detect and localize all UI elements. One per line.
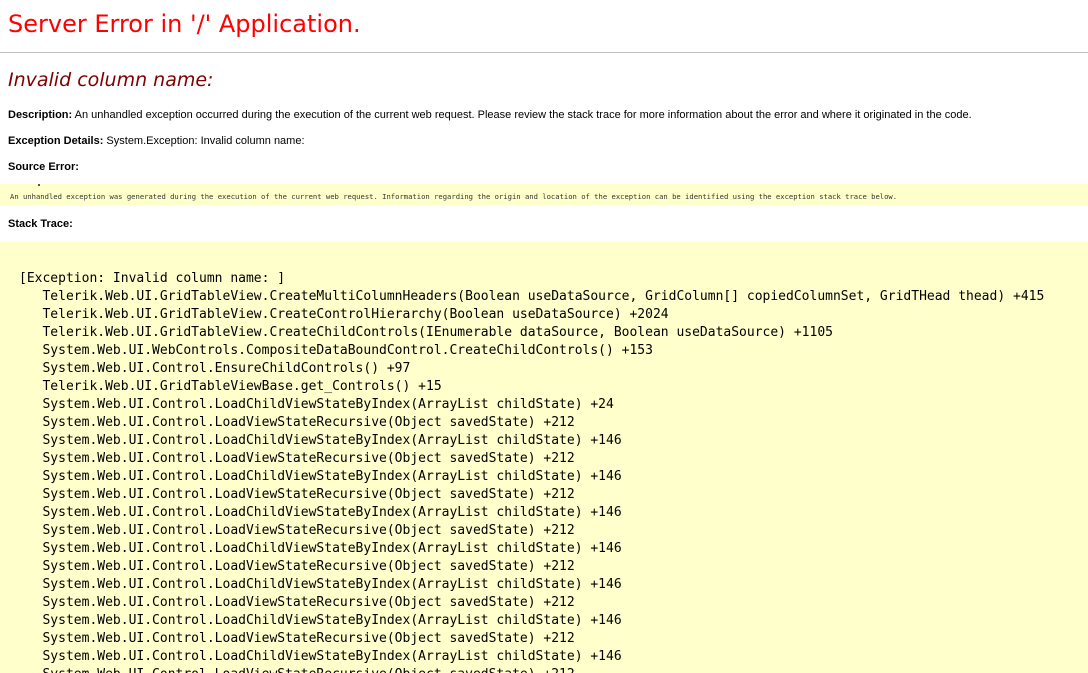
- stack-trace-line: System.Web.UI.Control.LoadChildViewState…: [19, 505, 622, 520]
- stack-trace-line: [Exception: Invalid column name: ]: [19, 271, 286, 286]
- stack-trace-line: System.Web.UI.Control.LoadChildViewState…: [19, 649, 622, 664]
- stack-trace-line: Telerik.Web.UI.GridTableView.CreateChild…: [19, 325, 833, 340]
- stack-trace-box[interactable]: [Exception: Invalid column name: ] Teler…: [0, 242, 1088, 673]
- source-error-label: Source Error:: [8, 161, 79, 173]
- page-title: Server Error in '/' Application.: [8, 10, 361, 38]
- source-error-marker: [38, 184, 40, 186]
- stack-trace-line: Telerik.Web.UI.GridTableView.CreateContr…: [19, 307, 669, 322]
- stack-trace-label: Stack Trace:: [8, 218, 73, 230]
- stack-trace-line: System.Web.UI.Control.LoadViewStateRecur…: [19, 523, 575, 538]
- stack-trace-line: System.Web.UI.Control.LoadViewStateRecur…: [19, 451, 575, 466]
- stack-trace-line: System.Web.UI.Control.LoadChildViewState…: [19, 577, 622, 592]
- description-label: Description:: [8, 109, 73, 121]
- stack-trace-line: System.Web.UI.Control.LoadViewStateRecur…: [19, 559, 575, 574]
- stack-trace-line: Telerik.Web.UI.GridTableView.CreateMulti…: [19, 289, 1045, 304]
- stack-trace-line: System.Web.UI.Control.LoadChildViewState…: [19, 397, 614, 412]
- exception-details: Exception Details: System.Exception: Inv…: [8, 135, 305, 147]
- exception-text: System.Exception: Invalid column name:: [106, 135, 305, 147]
- stack-trace-line: System.Web.UI.WebControls.CompositeDataB…: [19, 343, 653, 358]
- stack-trace-text: [Exception: Invalid column name: ] Teler…: [19, 270, 1044, 673]
- source-error-box: An unhandled exception was generated dur…: [0, 184, 1088, 205]
- stack-trace-line: System.Web.UI.Control.LoadChildViewState…: [19, 541, 622, 556]
- stack-trace-line: System.Web.UI.Control.LoadChildViewState…: [19, 433, 622, 448]
- stack-trace-line: System.Web.UI.Control.LoadViewStateRecur…: [19, 415, 575, 430]
- error-title: Invalid column name:: [8, 69, 214, 91]
- stack-trace-line: System.Web.UI.Control.EnsureChildControl…: [19, 361, 411, 376]
- stack-trace-line: System.Web.UI.Control.LoadViewStateRecur…: [19, 487, 575, 502]
- stack-trace-line: System.Web.UI.Control.LoadChildViewState…: [19, 613, 622, 628]
- stack-trace-line: System.Web.UI.Control.LoadViewStateRecur…: [19, 631, 575, 646]
- stack-trace-line: System.Web.UI.Control.LoadViewStateRecur…: [19, 667, 574, 673]
- exception-label: Exception Details:: [8, 135, 104, 147]
- title-divider: [0, 52, 1088, 53]
- description-text: An unhandled exception occurred during t…: [74, 109, 972, 121]
- stack-trace-line: Telerik.Web.UI.GridTableViewBase.get_Con…: [19, 379, 442, 394]
- description: Description: An unhandled exception occu…: [8, 109, 972, 121]
- stack-trace-line: System.Web.UI.Control.LoadChildViewState…: [19, 469, 622, 484]
- source-error-text: An unhandled exception was generated dur…: [10, 192, 898, 201]
- stack-trace-line: System.Web.UI.Control.LoadViewStateRecur…: [19, 595, 575, 610]
